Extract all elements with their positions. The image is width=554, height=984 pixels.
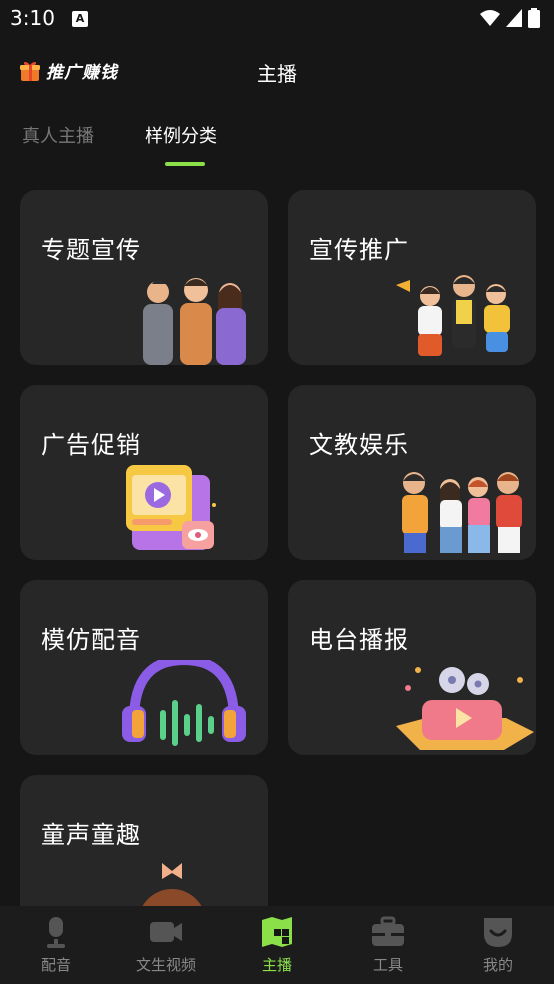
header: 推广赚钱 主播 — [0, 50, 554, 94]
status-time: 3:10 — [10, 6, 55, 30]
category-tabs: 真人主播 样例分类 — [0, 118, 554, 170]
film-box-art — [396, 667, 534, 750]
notification-a-icon: A — [72, 11, 88, 27]
tabbar-item-text-to-video[interactable]: 文生视频 — [116, 914, 216, 975]
category-card[interactable]: 文教娱乐 — [288, 385, 536, 560]
tab-real-anchor[interactable]: 真人主播 — [22, 122, 94, 148]
wifi-icon — [480, 10, 500, 26]
video-camera-icon — [150, 922, 182, 942]
card-title: 宣传推广 — [309, 236, 409, 264]
battery-icon — [528, 8, 540, 28]
toolbox-icon — [372, 916, 404, 946]
card-title: 文教娱乐 — [309, 431, 409, 459]
card-title: 广告促销 — [41, 431, 141, 459]
map-book-icon — [262, 917, 292, 947]
tabbar-label: 配音 — [40, 956, 71, 974]
tabbar-label: 主播 — [261, 956, 292, 974]
headphones-art — [122, 660, 246, 746]
card-title: 模仿配音 — [41, 626, 141, 654]
category-card[interactable]: 宣传推广 — [288, 190, 536, 365]
page-title: 主播 — [257, 62, 297, 86]
card-title: 专题宣传 — [41, 236, 141, 264]
category-card[interactable]: 电台播报 — [288, 580, 536, 755]
tabbar-label: 工具 — [372, 956, 403, 974]
bottom-tab-bar: 配音 文生视频 主播 工具 我的 — [0, 906, 554, 984]
video-ad-art — [126, 465, 216, 550]
profile-icon — [484, 918, 512, 947]
tabbar-item-dubbing[interactable]: 配音 — [6, 914, 106, 975]
tabbar-label: 文生视频 — [135, 956, 196, 974]
category-card[interactable]: 专题宣传 — [20, 190, 268, 365]
category-card[interactable]: 模仿配音 — [20, 580, 268, 755]
tabbar-item-anchor[interactable]: 主播 — [227, 914, 327, 975]
card-title: 童声童趣 — [41, 821, 141, 849]
tab-sample-category[interactable]: 样例分类 — [145, 122, 217, 148]
status-icons — [480, 8, 540, 28]
tabbar-item-profile[interactable]: 我的 — [448, 914, 548, 975]
promo-people-art — [396, 275, 510, 356]
microphone-icon — [47, 917, 65, 948]
people-group-art — [143, 278, 246, 365]
tabbar-label: 我的 — [482, 956, 513, 974]
kids-group-art — [402, 472, 522, 553]
tabbar-item-tools[interactable]: 工具 — [338, 914, 438, 975]
card-title: 电台播报 — [309, 626, 409, 654]
status-bar: 3:10 A — [0, 0, 554, 38]
tab-indicator — [165, 162, 205, 166]
category-card[interactable]: 广告促销 — [20, 385, 268, 560]
signal-icon — [506, 9, 522, 27]
